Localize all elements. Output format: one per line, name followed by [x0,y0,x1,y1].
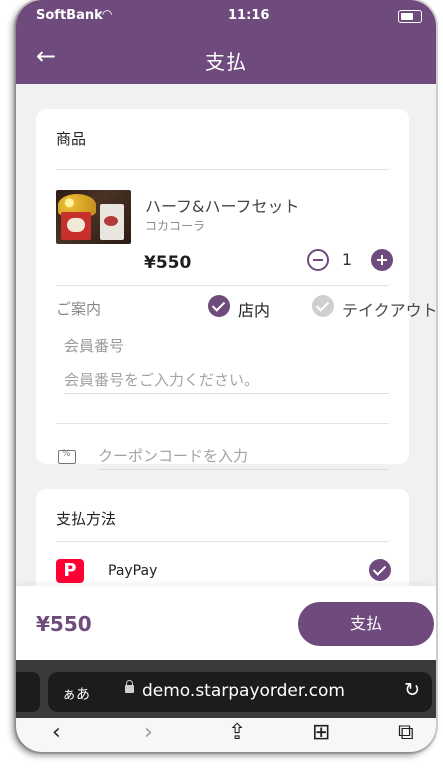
guide-label: ご案内 [56,300,102,318]
product-name: ハーフ&ハーフセット [145,197,300,216]
product-price: ¥550 [144,253,192,273]
app-header: SoftBank ◠ 11:16 ← 支払 [16,0,436,84]
reload-icon[interactable]: ↻ [404,679,420,701]
dine-in-label: 店内 [238,301,271,320]
tabs-icon[interactable]: ⧉ [398,720,414,745]
member-number-input[interactable] [64,367,389,394]
divider [56,169,389,170]
member-number-label: 会員番号 [64,337,125,355]
plus-circle-icon[interactable] [371,249,393,271]
takeout-label: テイクアウト [342,301,436,320]
minus-circle-icon[interactable] [307,249,329,271]
page-title: 支払 [205,50,247,74]
check-circle-icon[interactable] [369,559,391,581]
order-card: 商品 ハーフ&ハーフセット コカコーラ ¥550 1 ご案内 店内 テイクアウト [36,109,436,470]
battery-icon [398,10,422,23]
bookmarks-icon[interactable]: ⊞ [312,720,330,745]
browser-chrome: ぁあ demo.starpayorder.com ↻ ‹ › ⇪ ⊞ ⧉ [16,660,436,752]
paypay-logo-icon: P [56,559,84,583]
check-circle-icon [208,295,230,317]
products-heading: 商品 [56,130,87,148]
forward-icon[interactable]: › [144,720,153,745]
address-bar[interactable]: ぁあ demo.starpayorder.com ↻ [48,672,432,712]
phone-screen: SoftBank ◠ 11:16 ← 支払 商品 ハーフ&ハーフセット コカコー… [16,0,436,752]
payment-method-card: 支払方法 P PayPay [36,489,409,599]
coupon-code-input[interactable] [98,443,389,470]
quantity-stepper: 1 [307,249,393,275]
carrier-label: SoftBank [36,8,103,23]
payment-method-heading: 支払方法 [56,510,117,528]
product-image [56,190,131,244]
reader-settings-button[interactable]: ぁあ [62,684,90,704]
previous-tab-peek[interactable] [16,672,40,712]
divider [56,285,389,286]
product-option: コカコーラ [145,219,206,233]
share-icon[interactable]: ⇪ [228,720,246,745]
total-amount: ¥550 [36,612,92,636]
coupon-icon [58,449,76,464]
divider [56,541,389,542]
divider [56,423,389,424]
browser-toolbar: ‹ › ⇪ ⊞ ⧉ [16,718,436,752]
status-bar: SoftBank ◠ 11:16 [36,7,422,24]
wifi-icon: ◠ [102,7,113,21]
check-circle-icon [312,295,334,317]
checkout-bar: ¥550 支払 [16,586,436,660]
lock-icon [125,680,134,693]
back-icon[interactable]: ‹ [52,720,61,745]
url-text[interactable]: demo.starpayorder.com [142,681,345,701]
clock: 11:16 [228,8,270,23]
payment-method-name[interactable]: PayPay [108,563,157,579]
pay-button[interactable]: 支払 [298,602,434,646]
quantity-value: 1 [341,250,353,269]
